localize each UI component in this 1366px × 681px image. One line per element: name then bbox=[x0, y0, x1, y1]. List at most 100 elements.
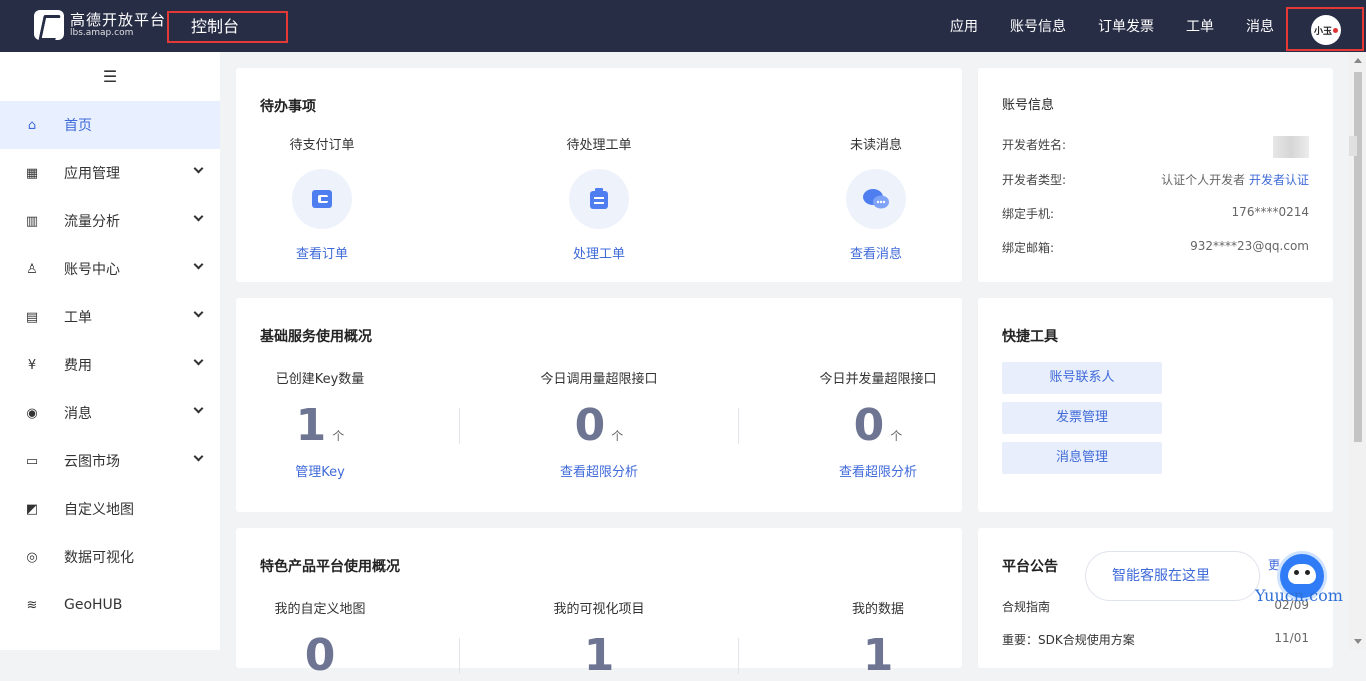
divider bbox=[459, 408, 460, 444]
sidebar-item-label: 消息 bbox=[64, 406, 92, 422]
avatar-frame[interactable]: 小玉 bbox=[1286, 7, 1364, 51]
nav-apps[interactable]: 应用 bbox=[950, 0, 978, 52]
chevron-down-icon[interactable] bbox=[193, 163, 204, 174]
featured-products-card: 特色产品平台使用概况 我的自定义地图 0 我的可视化项目 1 我的数据 1 bbox=[236, 528, 962, 681]
account-title: 账号信息 bbox=[1002, 98, 1055, 113]
scroll-marker bbox=[1349, 136, 1357, 156]
account-contact-button[interactable]: 账号联系人 bbox=[1002, 362, 1162, 394]
todo-title: 待办事项 bbox=[260, 99, 316, 115]
sidebar-item[interactable]: ◩ 自定义地图 bbox=[0, 485, 220, 533]
stat-value: 1 bbox=[862, 630, 894, 681]
logo-title: 高德开放平台 bbox=[70, 11, 167, 29]
logo-domain: lbs.amap.com bbox=[70, 28, 134, 38]
nav-messages[interactable]: 消息 bbox=[1246, 0, 1274, 52]
store-icon: ▭ bbox=[25, 453, 39, 469]
sidebar-item-label: 账号中心 bbox=[64, 262, 120, 278]
announcement-text[interactable]: 合规指南 bbox=[1002, 598, 1050, 615]
scroll-up-icon[interactable] bbox=[1354, 58, 1362, 63]
developer-type-row: 开发者类型: 认证个人开发者 开发者认证 bbox=[1002, 171, 1309, 188]
chevron-down-icon[interactable] bbox=[193, 259, 204, 270]
top-bar: 高德开放平台 lbs.amap.com 控制台 应用 账号信息 订单发票 工单 … bbox=[0, 0, 1366, 52]
view-call-limit-analysis-link[interactable]: 查看超限分析 bbox=[529, 461, 669, 480]
sidebar-item[interactable]: ≋ GeoHUB bbox=[0, 581, 220, 629]
message-icon: ◉ bbox=[26, 405, 38, 421]
watermark: Yuucn.com bbox=[1255, 586, 1343, 605]
basic-service-title: 基础服务使用概况 bbox=[260, 329, 372, 345]
sidebar-item-label: 自定义地图 bbox=[64, 502, 134, 518]
map-icon: ◩ bbox=[25, 501, 39, 517]
stat-label: 我的自定义地图 bbox=[274, 602, 366, 617]
scroll-down-icon[interactable] bbox=[1354, 639, 1362, 644]
sidebar-item[interactable]: ▥ 流量分析 bbox=[0, 197, 220, 245]
announcement-item[interactable]: 重要：SDK合规使用方案 11/01 bbox=[1002, 631, 1309, 648]
sidebar-item[interactable]: ◉ 消息 bbox=[0, 389, 220, 437]
chevron-down-icon[interactable] bbox=[193, 355, 204, 366]
view-orders-link[interactable]: 查看订单 bbox=[272, 243, 372, 262]
row-label: 开发者姓名: bbox=[1002, 138, 1067, 152]
scrollbar-thumb[interactable] bbox=[1354, 72, 1362, 442]
my-data-stat: 我的数据 1 bbox=[808, 598, 948, 681]
clipboard-icon: ▤ bbox=[25, 309, 39, 325]
view-messages-link[interactable]: 查看消息 bbox=[826, 243, 926, 262]
chevron-down-icon[interactable] bbox=[193, 211, 204, 222]
clipboard-list-icon[interactable] bbox=[569, 169, 629, 229]
row-label: 绑定手机: bbox=[1002, 207, 1055, 221]
top-nav: 应用 账号信息 订单发票 工单 消息 bbox=[918, 0, 1274, 52]
message-management-button[interactable]: 消息管理 bbox=[1002, 442, 1162, 474]
smart-service-bubble[interactable]: 智能客服在这里 bbox=[1085, 551, 1260, 601]
developer-name-redacted bbox=[1273, 136, 1309, 158]
basic-service-card: 基础服务使用概况 已创建Key数量 1个 管理Key 今日调用量超限接口 0个 … bbox=[236, 298, 962, 512]
divider bbox=[459, 638, 460, 674]
email-row: 绑定邮箱: 932****23@qq.com bbox=[1002, 239, 1309, 256]
nav-account-info[interactable]: 账号信息 bbox=[1010, 0, 1066, 52]
chevron-down-icon[interactable] bbox=[193, 307, 204, 318]
handle-tickets-link[interactable]: 处理工单 bbox=[549, 243, 649, 262]
stat-label: 我的可视化项目 bbox=[553, 602, 645, 617]
sidebar-item[interactable]: ▤ 工单 bbox=[0, 293, 220, 341]
developer-certification-link[interactable]: 开发者认证 bbox=[1249, 173, 1309, 187]
stat-label: 今日调用量超限接口 bbox=[540, 372, 658, 387]
developer-type-value: 认证个人开发者 bbox=[1161, 173, 1246, 187]
amap-logo[interactable]: 高德开放平台 lbs.amap.com bbox=[34, 10, 166, 40]
yuan-icon: ¥ bbox=[27, 357, 37, 373]
wallet-icon[interactable] bbox=[292, 169, 352, 229]
concurrency-limit-stat: 今日并发量超限接口 0个 查看超限分析 bbox=[808, 368, 948, 480]
chat-bubbles-icon[interactable] bbox=[846, 169, 906, 229]
sidebar-item[interactable]: ◎ 数据可视化 bbox=[0, 533, 220, 581]
custom-map-stat: 我的自定义地图 0 bbox=[256, 598, 384, 681]
avatar-text: 小玉 bbox=[1313, 26, 1332, 37]
sidebar-item[interactable]: ♙ 账号中心 bbox=[0, 245, 220, 293]
quick-tools-title: 快捷工具 bbox=[1002, 329, 1058, 345]
stat-unit: 个 bbox=[890, 429, 903, 443]
stat-label: 今日并发量超限接口 bbox=[819, 372, 937, 387]
view-concurrency-limit-analysis-link[interactable]: 查看超限分析 bbox=[808, 461, 948, 480]
sidebar-item-label: 云图市场 bbox=[64, 454, 120, 470]
console-link[interactable]: 控制台 bbox=[167, 11, 288, 43]
menu-toggle-icon[interactable]: ☰ bbox=[0, 52, 220, 101]
manage-key-link[interactable]: 管理Key bbox=[256, 461, 384, 480]
visualization-icon: ◎ bbox=[26, 549, 38, 565]
sidebar-item[interactable]: ▭ 云图市场 bbox=[0, 437, 220, 485]
chevron-down-icon[interactable] bbox=[193, 451, 204, 462]
visualization-project-stat: 我的可视化项目 1 bbox=[529, 598, 669, 681]
grid-icon: ▦ bbox=[25, 165, 39, 181]
sidebar-item-label: 数据可视化 bbox=[64, 550, 134, 566]
todo-label: 待支付订单 bbox=[289, 138, 355, 153]
nav-tickets[interactable]: 工单 bbox=[1186, 0, 1214, 52]
sidebar-item[interactable]: ▦ 应用管理 bbox=[0, 149, 220, 197]
row-label: 绑定邮箱: bbox=[1002, 241, 1055, 255]
chevron-down-icon[interactable] bbox=[193, 403, 204, 414]
divider bbox=[738, 638, 739, 674]
announcement-text[interactable]: 重要：SDK合规使用方案 bbox=[1002, 631, 1135, 648]
stat-value: 1 bbox=[583, 630, 615, 681]
sidebar-item[interactable]: ⌂ 首页 bbox=[0, 101, 220, 149]
phone-value: 176****0214 bbox=[1231, 205, 1309, 219]
announcement-date: 11/01 bbox=[1274, 631, 1309, 645]
stat-value: 0 bbox=[853, 400, 885, 451]
nav-orders-invoices[interactable]: 订单发票 bbox=[1098, 0, 1154, 52]
invoice-management-button[interactable]: 发票管理 bbox=[1002, 402, 1162, 434]
page-scrollbar[interactable] bbox=[1349, 52, 1366, 650]
email-value: 932****23@qq.com bbox=[1190, 239, 1309, 253]
sidebar-item[interactable]: ¥ 费用 bbox=[0, 341, 220, 389]
avatar[interactable]: 小玉 bbox=[1311, 15, 1341, 45]
